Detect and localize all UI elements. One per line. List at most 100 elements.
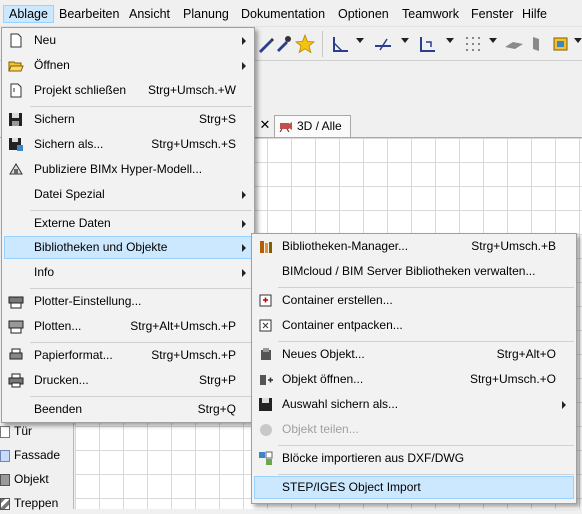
submenu-arrow-icon xyxy=(242,244,246,252)
menu-item-plotter-setup[interactable]: Plotter-Einstellung... xyxy=(4,290,252,313)
menu-item-shortcut: Strg+Alt+Umsch.+P xyxy=(130,319,236,333)
libraries-submenu: Bibliotheken-Manager... Strg+Umsch.+B BI… xyxy=(251,233,577,504)
menu-item-label: Bibliotheken und Objekte xyxy=(34,240,168,254)
submenu-arrow-icon xyxy=(242,37,246,45)
menu-item-print[interactable]: Drucken... Strg+P xyxy=(4,369,252,392)
slab-icon[interactable] xyxy=(503,33,525,55)
printer-icon xyxy=(8,373,24,388)
menu-item-quit[interactable]: Beenden Strg+Q xyxy=(4,398,252,421)
menu-optionen[interactable]: Optionen xyxy=(333,5,394,23)
menu-teamwork[interactable]: Teamwork xyxy=(397,5,464,23)
open-object-icon xyxy=(260,375,273,385)
close-icon[interactable]: ✕ xyxy=(255,115,275,137)
menu-item-library-manager[interactable]: Bibliotheken-Manager... Strg+Umsch.+B xyxy=(254,235,574,258)
menu-item-label: STEP/IGES Object Import xyxy=(282,480,421,494)
menu-item-extract-container[interactable]: Container entpacken... xyxy=(254,314,574,337)
chevron-down-icon[interactable] xyxy=(446,38,454,43)
close-project-icon xyxy=(10,83,22,98)
menu-planung[interactable]: Planung xyxy=(178,5,234,23)
tool-door[interactable]: Tür xyxy=(0,420,32,442)
menu-separator xyxy=(30,396,252,397)
menu-item-label: Drucken... xyxy=(34,373,89,387)
menu-item-plot[interactable]: Plotten... Strg+Alt+Umsch.+P xyxy=(4,315,252,338)
menu-separator xyxy=(278,341,574,342)
menu-item-bimcloud-libraries[interactable]: BIMcloud / BIM Server Bibliotheken verwa… xyxy=(254,260,574,283)
menu-item-label: Beenden xyxy=(34,402,83,416)
submenu-arrow-icon xyxy=(242,62,246,70)
door-icon xyxy=(0,425,10,438)
menu-ablage[interactable]: Ablage xyxy=(3,5,54,23)
menu-item-save[interactable]: Sichern Strg+S xyxy=(4,108,252,131)
menu-item-close-project[interactable]: Projekt schließen Strg+Umsch.+W xyxy=(4,79,252,102)
chevron-down-icon[interactable] xyxy=(356,38,364,43)
snap-icon[interactable] xyxy=(417,33,439,55)
menu-item-import-blocks[interactable]: Blöcke importieren aus DXF/DWG xyxy=(254,447,574,470)
menu-hilfe[interactable]: Hilfe xyxy=(517,5,552,23)
wall-icon[interactable] xyxy=(525,33,547,55)
menu-dokumentation[interactable]: Dokumentation xyxy=(236,5,330,23)
tab-label: 3D / Alle xyxy=(297,119,342,133)
menu-item-label: Sichern als... xyxy=(34,137,104,151)
page-setup-icon xyxy=(9,348,23,360)
file-menu: Neu Öffnen Projekt schließen Strg+Umsch.… xyxy=(1,27,255,423)
menu-item-shortcut: Strg+Umsch.+P xyxy=(151,348,236,362)
menu-item-share-object: Objekt teilen... xyxy=(254,418,574,441)
menu-separator xyxy=(278,474,574,475)
extract-container-icon xyxy=(259,319,272,332)
menu-separator xyxy=(30,288,252,289)
menu-item-page-setup[interactable]: Papierformat... Strg+Umsch.+P xyxy=(4,344,252,367)
create-container-icon xyxy=(259,294,272,307)
menu-item-save-as[interactable]: Sichern als... Strg+Umsch.+S xyxy=(4,133,252,156)
menu-item-create-container[interactable]: Container erstellen... xyxy=(254,289,574,312)
menu-item-new[interactable]: Neu xyxy=(4,29,252,52)
menu-item-shortcut: Strg+Q xyxy=(197,402,236,416)
menu-ansicht[interactable]: Ansicht xyxy=(124,5,175,23)
menu-item-label: Sichern xyxy=(34,112,75,126)
menu-item-open-object[interactable]: Objekt öffnen... Strg+Umsch.+O xyxy=(254,368,574,391)
tool-label: Fassade xyxy=(14,448,61,462)
tab-3d-view[interactable]: 3D / Alle xyxy=(274,115,351,137)
chevron-down-icon[interactable] xyxy=(489,38,497,43)
guide-line-icon[interactable] xyxy=(372,33,394,55)
menu-separator xyxy=(278,445,574,446)
menu-bar: Ablage Bearbeiten Ansicht Planung Dokume… xyxy=(0,0,582,27)
menu-item-label: Info xyxy=(34,265,55,279)
tool-label: Objekt xyxy=(14,472,49,486)
menu-item-libraries-objects[interactable]: Bibliotheken und Objekte xyxy=(4,236,252,259)
menu-item-label: Blöcke importieren aus DXF/DWG xyxy=(282,451,465,465)
menu-item-publish-bimx[interactable]: Publiziere BIMx Hyper-Modell... xyxy=(4,158,252,181)
menu-item-label: Plotten... xyxy=(34,319,82,333)
tool-object[interactable]: Objekt xyxy=(0,468,49,490)
menu-separator xyxy=(30,106,252,107)
menu-item-new-object[interactable]: Neues Objekt... Strg+Alt+O xyxy=(254,343,574,366)
favorites-star-icon[interactable] xyxy=(294,33,316,55)
save-as-icon xyxy=(9,138,23,151)
tool-label: Tür xyxy=(14,424,32,438)
menu-item-open[interactable]: Öffnen xyxy=(4,54,252,77)
import-blocks-icon xyxy=(259,451,273,465)
grid-snap-icon[interactable] xyxy=(462,33,484,55)
menu-fenster[interactable]: Fenster xyxy=(466,5,518,23)
menu-item-step-iges-import[interactable]: STEP/IGES Object Import xyxy=(254,476,574,499)
menu-item-label: Bibliotheken-Manager... xyxy=(282,239,409,253)
menu-item-info[interactable]: Info xyxy=(4,261,252,284)
menu-bearbeiten[interactable]: Bearbeiten xyxy=(54,5,124,23)
menu-item-external-data[interactable]: Externe Daten xyxy=(4,212,252,235)
chevron-down-icon[interactable] xyxy=(401,38,409,43)
menu-item-file-special[interactable]: Datei Spezial xyxy=(4,183,252,206)
save-icon xyxy=(9,113,22,126)
eyedropper-icon[interactable] xyxy=(272,33,294,55)
menu-separator xyxy=(278,287,574,288)
menu-item-save-selection-as[interactable]: Auswahl sichern als... xyxy=(254,393,574,416)
tool-curtain-wall[interactable]: Fassade xyxy=(0,444,60,466)
layers-icon[interactable] xyxy=(550,33,572,55)
submenu-arrow-icon xyxy=(242,191,246,199)
stair-icon xyxy=(0,497,10,510)
menu-item-label: Auswahl sichern als... xyxy=(282,397,399,411)
menu-item-shortcut: Strg+Umsch.+O xyxy=(469,372,556,386)
chevron-down-icon[interactable] xyxy=(574,38,582,43)
plotter-icon xyxy=(8,320,24,334)
submenu-arrow-icon xyxy=(242,220,246,228)
angle-ruler-icon[interactable] xyxy=(330,33,352,55)
tool-stair[interactable]: Treppen xyxy=(0,492,58,514)
